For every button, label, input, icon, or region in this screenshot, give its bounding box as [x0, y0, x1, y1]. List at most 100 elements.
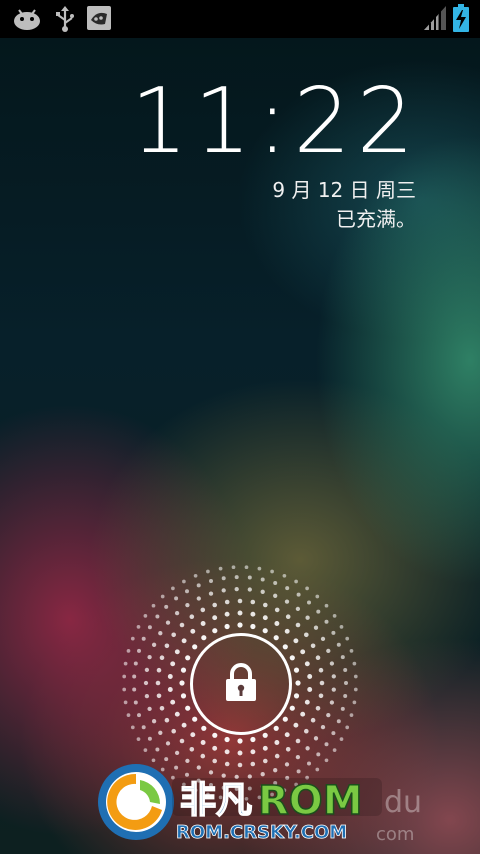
glow-dot — [332, 748, 337, 752]
glow-dot — [159, 655, 165, 660]
glow-dot — [324, 619, 329, 624]
glow-dot — [234, 575, 239, 580]
watermark-partial-text: du — [384, 785, 422, 820]
glow-dot — [339, 737, 344, 741]
glow-dot — [313, 736, 319, 741]
glow-dot — [136, 625, 141, 629]
glow-dot — [353, 674, 358, 679]
glow-dot — [284, 628, 290, 634]
glow-dot — [247, 575, 252, 580]
glow-dot — [300, 649, 306, 655]
glow-dot — [141, 725, 146, 730]
glow-dot — [189, 614, 195, 619]
glow-dot — [174, 711, 180, 717]
glow-dot — [224, 611, 230, 617]
glow-dot — [289, 655, 295, 661]
glow-dot — [182, 579, 186, 584]
glow-dot — [318, 667, 324, 673]
status-bar — [0, 0, 480, 38]
glow-dot — [164, 643, 170, 649]
glow-dot — [316, 609, 321, 614]
glow-dot — [247, 587, 252, 592]
glow-dot — [274, 740, 280, 745]
glow-dot — [237, 750, 243, 756]
watermark-brand-rom: ROM — [258, 778, 363, 824]
glow-dot — [260, 577, 265, 582]
glow-dot — [133, 661, 138, 666]
glow-dot — [307, 687, 313, 692]
glow-dot — [295, 680, 301, 686]
glow-dot — [185, 602, 190, 608]
glow-dot — [313, 625, 319, 630]
glow-dot — [349, 649, 354, 653]
glow-dot — [326, 648, 331, 654]
glow-dot — [304, 632, 309, 638]
glow-dot — [141, 636, 146, 641]
android-debug-icon — [14, 9, 40, 30]
glow-dot — [123, 700, 128, 705]
glow-dot — [212, 615, 218, 621]
glow-dot — [193, 573, 198, 578]
glow-dot — [190, 628, 196, 634]
glow-dot — [212, 602, 217, 608]
glow-dot — [185, 705, 191, 711]
glow-dot — [174, 596, 179, 601]
glow-dot — [352, 700, 357, 705]
glow-dot — [293, 693, 300, 699]
glow-dot — [159, 706, 165, 711]
glow-dot — [201, 725, 207, 731]
glow-dot — [343, 668, 348, 672]
glow-dot — [336, 642, 341, 647]
glow-dot — [295, 622, 301, 628]
glow-dot — [206, 569, 210, 574]
glow-dot — [200, 753, 206, 759]
glow-dot — [270, 569, 274, 574]
glow-dot — [318, 693, 324, 699]
lockscreen-clock: 11:22 — [130, 69, 420, 174]
glow-dot — [201, 635, 207, 641]
glow-dot — [234, 586, 239, 592]
glow-dot — [282, 644, 288, 650]
glow-dot — [174, 750, 180, 756]
glow-dot — [331, 674, 336, 679]
glow-dot — [339, 625, 344, 629]
glow-dot — [273, 635, 279, 641]
glow-dot — [304, 661, 310, 667]
glow-dot — [324, 742, 329, 747]
glow-dot — [147, 625, 152, 630]
glow-dot — [179, 622, 185, 628]
glow-dot — [133, 700, 138, 705]
glow-dot — [345, 636, 350, 641]
glow-dot — [320, 724, 326, 730]
glow-dot — [160, 594, 165, 599]
glow-dot — [289, 705, 295, 711]
glow-dot — [315, 594, 320, 599]
glow-dot — [262, 615, 268, 621]
glow-dot — [332, 614, 337, 618]
glow-dot — [300, 711, 306, 717]
glow-dot — [310, 643, 316, 649]
glow-dot — [221, 588, 226, 593]
glow-dot — [250, 736, 256, 743]
glow-dot — [170, 699, 176, 705]
glow-dot — [209, 579, 213, 583]
glow-dot — [126, 713, 131, 717]
glow-dot — [273, 581, 278, 585]
glow-dot — [165, 741, 171, 746]
glow-dot — [155, 614, 160, 619]
glow-dot — [171, 728, 176, 734]
glow-dot — [181, 722, 187, 728]
glow-dot — [122, 674, 127, 679]
glow-dot — [143, 614, 148, 618]
glow-dot — [174, 649, 180, 655]
glow-dot — [179, 738, 185, 744]
glow-dot — [305, 615, 310, 620]
glow-dot — [284, 599, 290, 604]
glow-dot — [353, 687, 358, 692]
glow-dot — [192, 644, 198, 650]
glow-dot — [144, 693, 150, 699]
glow-dot — [171, 632, 176, 638]
glow-dot — [331, 687, 336, 692]
glow-dot — [200, 607, 206, 613]
glow-dot — [158, 631, 163, 636]
